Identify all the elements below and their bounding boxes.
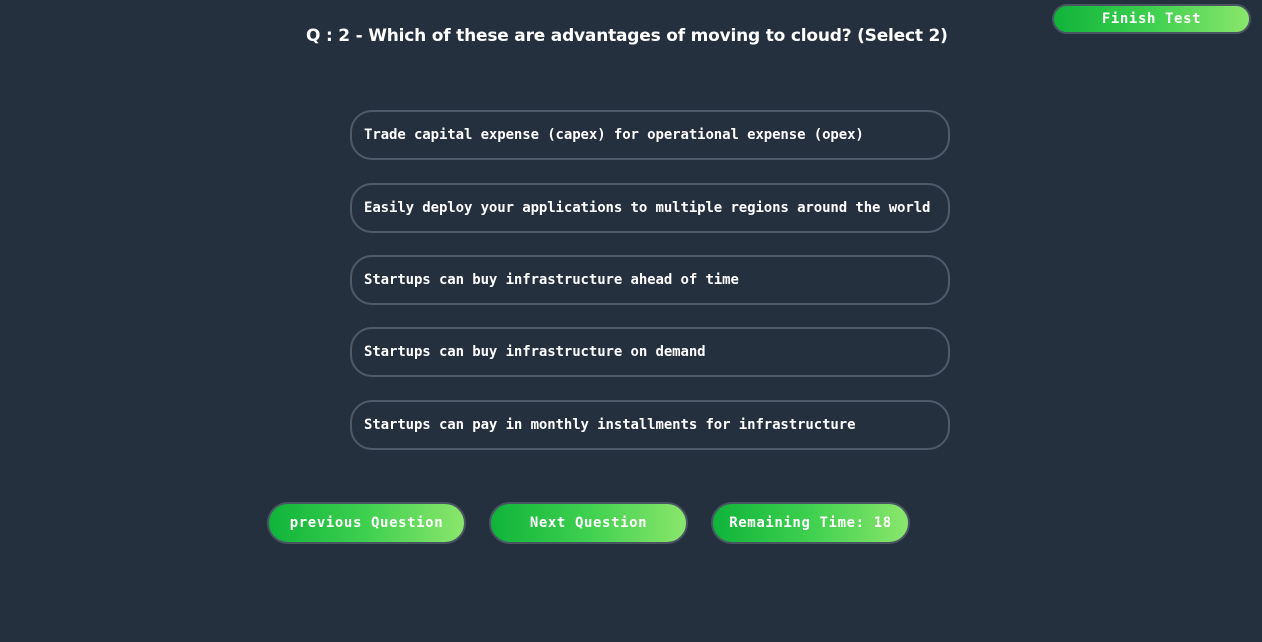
next-question-button[interactable]: Next Question [489,502,688,544]
question-title: Q : 2 - Which of these are advantages of… [306,26,948,46]
remaining-time-badge: Remaining Time: 18 [711,502,910,544]
answer-option-3[interactable]: Startups can buy infrastructure ahead of… [350,255,950,305]
finish-test-button[interactable]: Finish Test [1052,4,1251,34]
answer-option-2[interactable]: Easily deploy your applications to multi… [350,183,950,233]
answer-option-4[interactable]: Startups can buy infrastructure on deman… [350,327,950,377]
answer-option-1[interactable]: Trade capital expense (capex) for operat… [350,110,950,160]
answer-option-5[interactable]: Startups can pay in monthly installments… [350,400,950,450]
previous-question-button[interactable]: previous Question [267,502,466,544]
